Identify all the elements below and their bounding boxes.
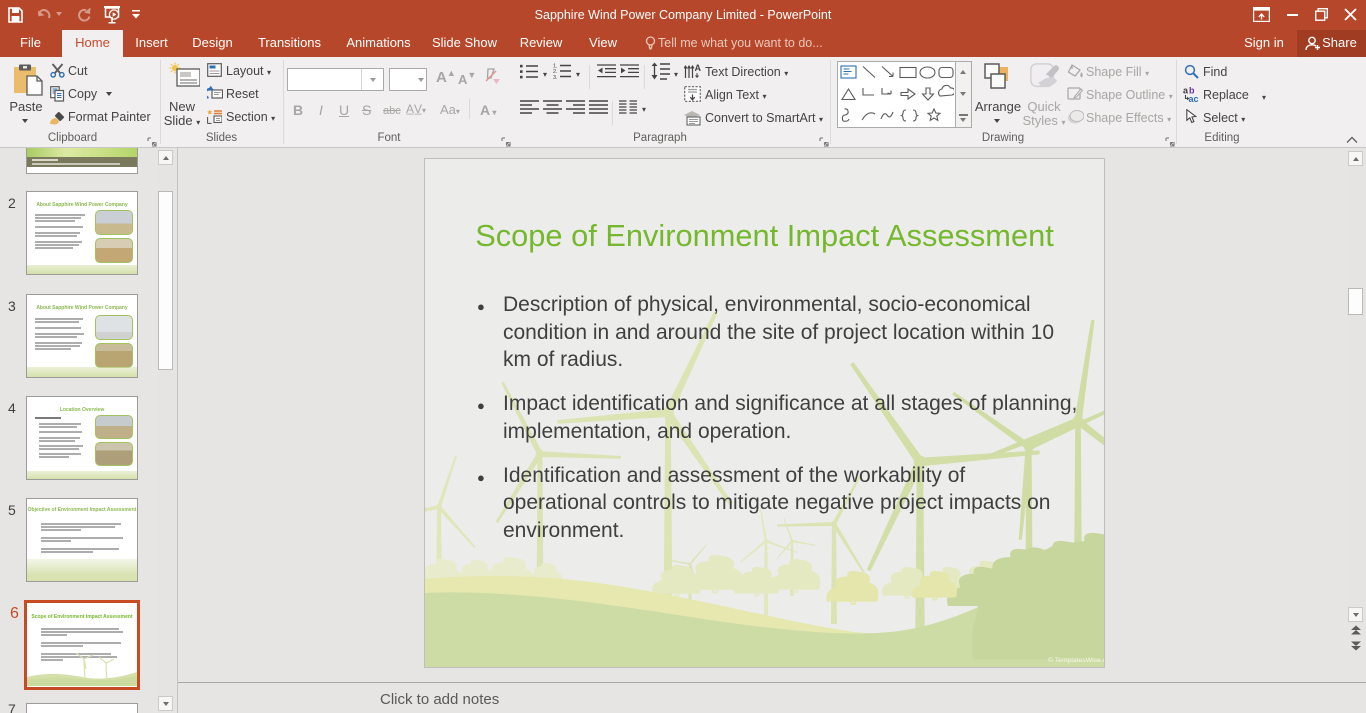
svg-text:ac: ac	[1189, 94, 1199, 102]
svg-text:A: A	[695, 63, 702, 73]
svg-text:© TemplatesWise.com: © TemplatesWise.com	[1048, 656, 1104, 664]
svg-text:3.: 3.	[553, 75, 558, 79]
